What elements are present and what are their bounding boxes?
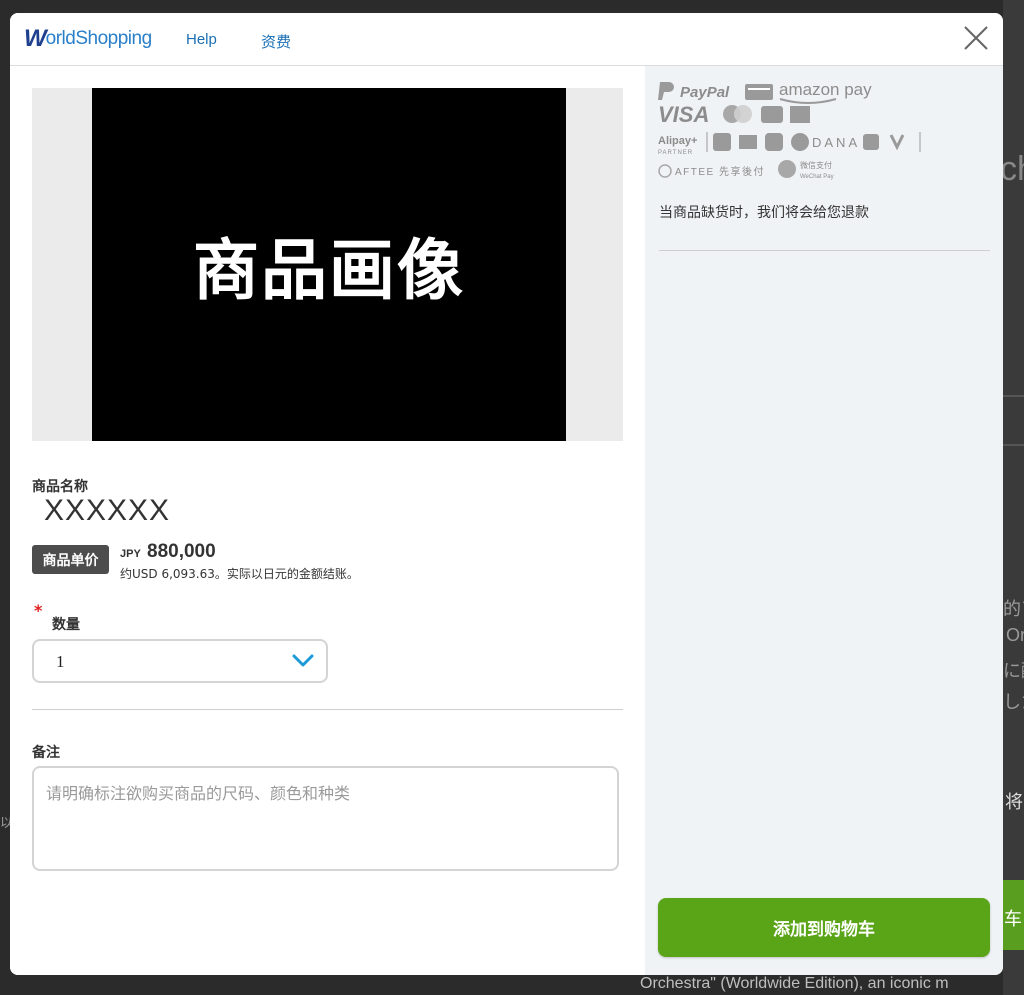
alipay-logo-text: Alipay+: [658, 135, 697, 147]
truemoney-icon: [889, 134, 905, 151]
wechat-pay-logo-text: 微信支付: [800, 160, 832, 170]
wallet-icon: [739, 135, 757, 149]
add-to-cart-button[interactable]: 添加到购物车: [658, 898, 990, 957]
price-currency: JPY: [120, 548, 141, 560]
payment-methods-logos: PayPal amazon pay VISA Alipay+ PARTNER D…: [658, 80, 921, 180]
bank-card-icon: [790, 106, 810, 123]
amazon-pay-logo-text: amazon pay: [779, 80, 872, 99]
background-text: 的ア: [1003, 599, 1024, 619]
product-image-text: 商品画像: [193, 231, 465, 309]
background-text: した: [1003, 692, 1024, 712]
price-usd-note: 约USD 6,093.63。实际以日元的金额结账。: [120, 567, 359, 581]
product-name: XXXXXX: [44, 494, 171, 527]
background-text: ch: [1000, 150, 1024, 188]
quantity-select[interactable]: 1: [32, 639, 328, 683]
touch-n-go-icon: [863, 134, 879, 150]
required-asterisk: *: [34, 601, 43, 620]
product-modal: WorldShopping Help 资费 商品画像 商品名称 XXXXXX 商…: [10, 13, 1003, 975]
unionpay-icon: [745, 84, 773, 100]
logo-text: orldShopping: [45, 28, 152, 49]
background-divider: [1003, 444, 1024, 446]
aftee-logo-text: AFTEE 先享後付: [675, 165, 765, 178]
logo-letter-w: W: [24, 25, 47, 52]
background-text: Or: [1006, 625, 1024, 645]
modal-header: WorldShopping Help 资费: [10, 13, 1003, 66]
unit-price-badge: 商品单价: [32, 545, 109, 574]
gcash-icon: [765, 133, 783, 151]
jcb-icon: [761, 106, 783, 123]
background-text: 车: [1004, 909, 1022, 929]
notes-input[interactable]: [32, 766, 619, 871]
chevron-down-icon: [292, 654, 314, 667]
aftee-icon: [658, 164, 672, 178]
visa-logo-text: VISA: [658, 102, 709, 127]
notes-label: 备注: [32, 745, 60, 761]
alipay-partner-text: PARTNER: [658, 150, 693, 156]
product-image-frame: 商品画像: [32, 88, 623, 441]
product-details-panel: 商品画像 商品名称 XXXXXX 商品单价 JPY 880,000 约USD 6…: [10, 66, 645, 975]
mastercard-icon: [723, 105, 752, 123]
wechat-pay-icon: [778, 160, 796, 178]
product-name-label: 商品名称: [32, 479, 88, 495]
background-divider: [1003, 395, 1024, 397]
paypal-icon: PayPal: [658, 82, 730, 101]
nav-link-fees[interactable]: 资费: [261, 31, 291, 52]
background-text: 将: [1005, 792, 1023, 812]
quantity-label: 数量: [52, 617, 80, 633]
refund-note: 当商品缺货时，我们将会给您退款: [659, 205, 869, 221]
price-amount: 880,000: [147, 541, 216, 562]
product-image: 商品画像: [92, 88, 566, 441]
nav-link-help[interactable]: Help: [186, 31, 217, 48]
background-bottom-text: Orchestra" (Worldwide Edition), an iconi…: [640, 975, 949, 992]
sidebar-divider: [659, 250, 990, 251]
alipay-icon: [713, 133, 731, 151]
dana-logo-text: DANA: [812, 135, 860, 150]
dana-icon: [791, 133, 809, 151]
worldshopping-logo[interactable]: WorldShopping: [24, 25, 152, 53]
close-icon: [964, 26, 988, 50]
checkout-sidebar: PayPal amazon pay VISA Alipay+ PARTNER D…: [645, 66, 1003, 975]
section-divider: [32, 709, 623, 710]
paypal-logo-text: PayPal: [680, 84, 730, 101]
close-button[interactable]: [963, 25, 989, 51]
wechat-pay-sub-text: WeChat Pay: [800, 174, 834, 180]
background-text: に醸: [1003, 661, 1024, 681]
quantity-value: 1: [56, 652, 65, 671]
